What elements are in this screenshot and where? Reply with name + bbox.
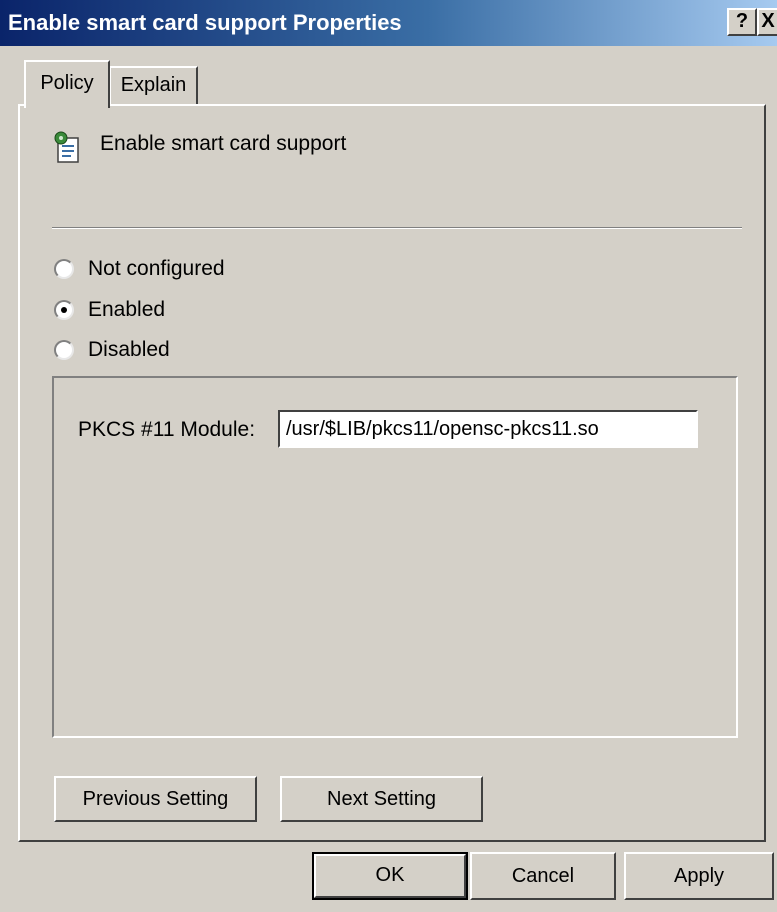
radio-label: Enabled	[88, 298, 166, 321]
tab-policy[interactable]: Policy	[24, 60, 110, 108]
radio-button-icon[interactable]	[54, 340, 74, 360]
policy-title: Enable smart card support	[100, 132, 347, 155]
window-title: Enable smart card support Properties	[8, 10, 402, 35]
title-bar[interactable]: Enable smart card support Properties ? X	[0, 0, 777, 46]
radio-button-selected-icon[interactable]	[54, 300, 74, 320]
next-setting-button[interactable]: Next Setting	[280, 776, 483, 822]
close-button[interactable]: X	[757, 8, 777, 36]
cancel-button[interactable]: Cancel	[470, 852, 616, 900]
apply-button[interactable]: Apply	[624, 852, 774, 900]
radio-label: Not configured	[88, 257, 225, 280]
pkcs-module-label: PKCS #11 Module:	[78, 418, 256, 441]
previous-setting-button[interactable]: Previous Setting	[54, 776, 257, 822]
tab-explain[interactable]: Explain	[110, 66, 198, 104]
radio-button-icon[interactable]	[54, 259, 74, 279]
separator	[52, 227, 742, 229]
radio-dot-icon	[61, 307, 67, 313]
policy-settings-icon	[54, 131, 79, 163]
properties-dialog: Enable smart card support Properties ? X…	[0, 0, 777, 912]
radio-label: Disabled	[88, 338, 170, 361]
ok-button-label: OK	[375, 864, 405, 886]
pkcs-module-input[interactable]	[278, 410, 698, 448]
ok-button[interactable]: OK	[311, 851, 469, 901]
help-button[interactable]: ?	[727, 8, 757, 36]
